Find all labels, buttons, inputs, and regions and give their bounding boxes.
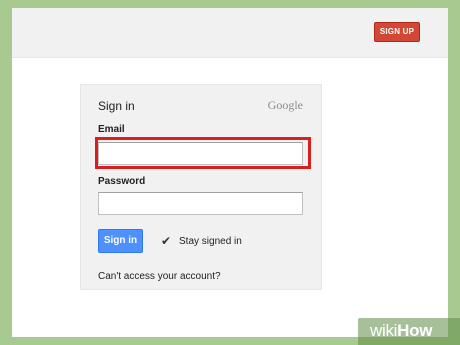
email-label: Email [98,124,125,135]
top-bar: SIGN UP [12,8,448,58]
stay-signed-in-label: Stay signed in [179,235,242,247]
wikihow-watermark: wikiHow [358,318,460,345]
sign-in-card: Sign in Google Email Password Sign in ✔ … [80,84,322,290]
email-field[interactable] [98,142,303,165]
stay-signed-in-checkbox[interactable]: ✔ Stay signed in [161,233,242,249]
sign-in-title: Sign in [98,99,135,113]
google-logo: Google [267,98,303,112]
checkmark-icon[interactable]: ✔ [161,235,173,247]
password-field[interactable] [98,192,303,215]
wikihow-logo: wikiHow [370,321,433,340]
sign-in-button[interactable]: Sign in [98,229,143,253]
sign-up-button[interactable]: SIGN UP [374,22,420,42]
browser-screen: SIGN UP Sign in Google Email Password Si… [12,8,448,337]
password-label: Password [98,176,146,187]
cant-access-account-link[interactable]: Can't access your account? [98,271,221,282]
